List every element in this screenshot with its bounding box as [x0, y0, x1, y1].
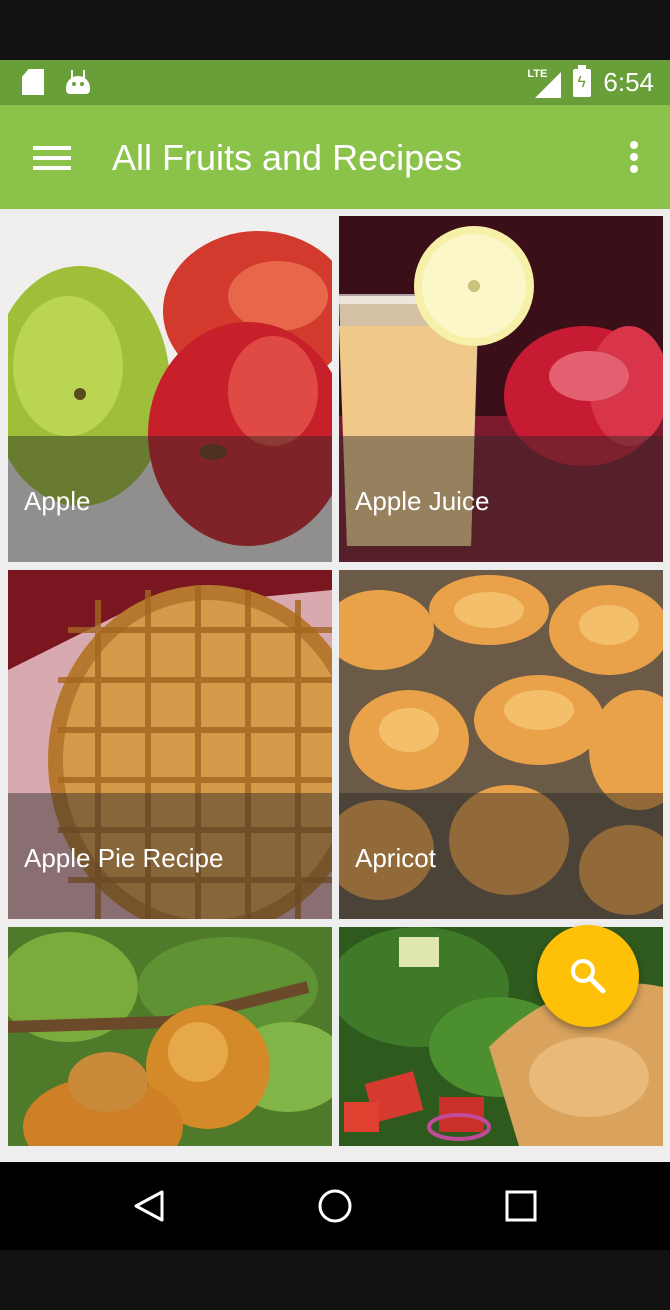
tile-label: Apple Juice	[355, 486, 490, 516]
search-fab[interactable]	[537, 925, 639, 1027]
system-nav-bar	[0, 1162, 670, 1250]
tile-label: Apricot	[355, 843, 436, 873]
tile-label: Apple Pie Recipe	[24, 843, 224, 873]
tile-caption: Apple Pie Recipe	[8, 793, 332, 919]
hamburger-menu-icon[interactable]	[33, 146, 71, 170]
pear-image	[8, 927, 332, 1146]
app-bar: All Fruits and Recipes	[0, 105, 670, 209]
status-bar: LTE ϟ 6:54	[0, 60, 670, 105]
signal-icon: LTE	[527, 68, 562, 98]
bottom-letterbox	[0, 1250, 670, 1310]
grid-tile-apple-juice[interactable]: Apple Juice	[339, 216, 663, 562]
top-letterbox	[0, 0, 670, 60]
back-icon[interactable]	[130, 1186, 170, 1226]
page-title: All Fruits and Recipes	[112, 137, 463, 178]
grid-tile-apricot[interactable]: Apricot	[339, 570, 663, 919]
battery-charging-icon: ϟ	[573, 64, 592, 97]
android-debug-icon	[66, 70, 90, 94]
tile-caption: Apple Juice	[339, 436, 663, 562]
tile-label: Apple	[24, 486, 91, 516]
grid-tile-apple-pie-recipe[interactable]: Apple Pie Recipe	[8, 570, 332, 919]
grid-tile-apple[interactable]: Apple	[8, 216, 332, 562]
tile-caption: Apricot	[339, 793, 663, 919]
sd-card-icon	[22, 69, 44, 95]
search-icon	[571, 959, 606, 994]
home-icon[interactable]	[315, 1186, 355, 1226]
status-time: 6:54	[603, 67, 654, 97]
more-vert-icon[interactable]	[628, 141, 640, 177]
grid-tile-5[interactable]	[8, 927, 332, 1146]
recents-icon[interactable]	[501, 1186, 541, 1226]
tile-caption: Apple	[8, 436, 332, 562]
